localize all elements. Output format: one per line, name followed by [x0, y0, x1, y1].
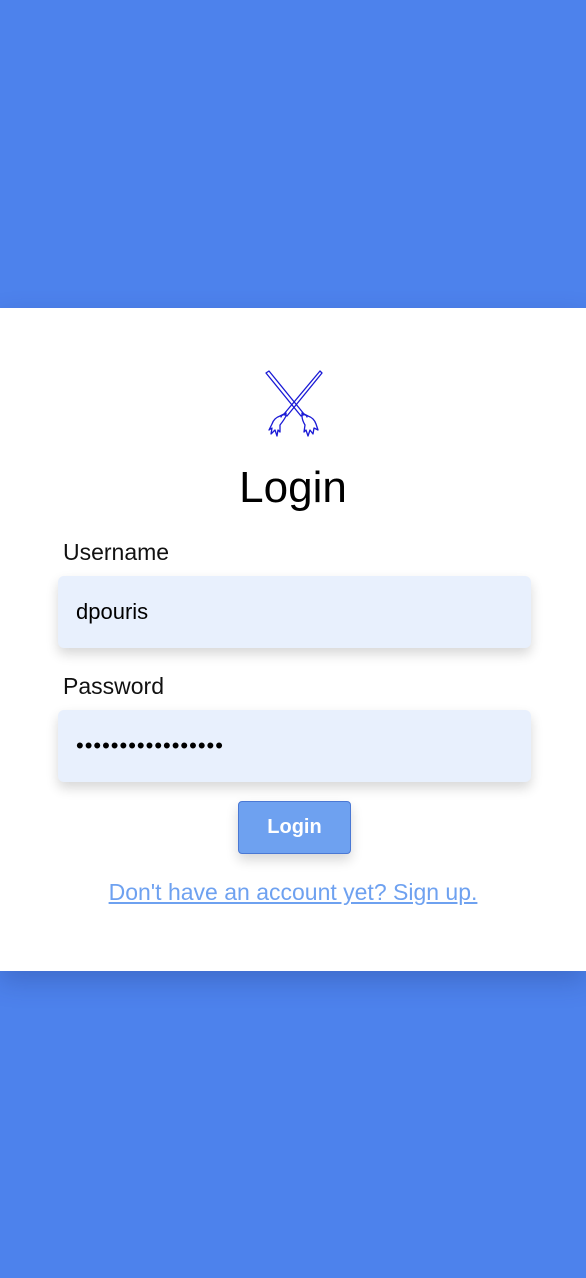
crossed-brooms-icon [265, 370, 323, 437]
signup-link[interactable]: Don't have an account yet? Sign up. [0, 878, 586, 906]
password-label: Password [63, 673, 164, 699]
username-label: Username [63, 539, 170, 565]
login-button[interactable]: Login [238, 801, 351, 854]
username-input[interactable] [58, 576, 531, 648]
page-title: Login [239, 463, 347, 512]
page-background: Login Username Password Login Don't have… [0, 0, 586, 1278]
login-card: Login Username Password Login Don't have… [0, 308, 586, 971]
password-input[interactable] [58, 710, 531, 782]
